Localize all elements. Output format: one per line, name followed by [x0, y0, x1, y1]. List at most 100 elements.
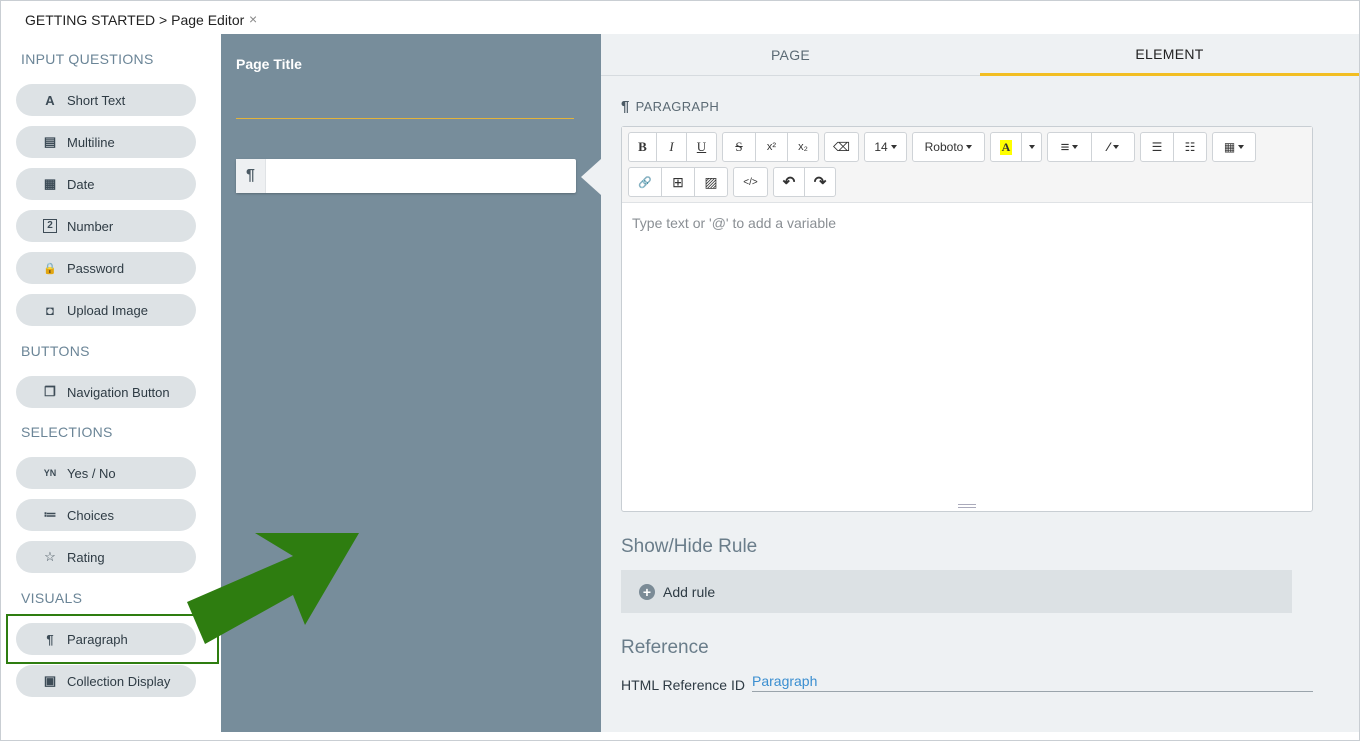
palette-item-choices[interactable]: ≔ Choices	[16, 499, 196, 531]
magic-wand-icon: ⁄	[1107, 140, 1110, 154]
text-color-button[interactable]: A	[990, 132, 1022, 162]
palette-item-label: Password	[67, 260, 125, 276]
camera-icon: ◘	[46, 302, 54, 318]
tab-element[interactable]: ELEMENT	[980, 34, 1359, 76]
section-title-buttons: BUTTONS	[21, 343, 90, 359]
calendar-icon: ▦	[43, 176, 57, 191]
paragraph-icon: ¶	[236, 159, 266, 193]
page-title-label: Page Title	[236, 56, 302, 72]
add-circle-icon: +	[639, 583, 655, 600]
breadcrumb-tab[interactable]: GETTING STARTED > Page Editor	[25, 12, 244, 28]
undo-icon[interactable]: ↶	[773, 167, 805, 197]
rich-text-editor: B I U S x² x₂ ⌫ 14 Roboto A ≡ ⁄ ☰ ☷ ▦ 🔗 …	[621, 126, 1313, 512]
palette-item-navigation-button[interactable]: ❐ Navigation Button	[16, 376, 196, 408]
code-view-icon[interactable]: </>	[733, 167, 768, 197]
table-icon: ▦	[1223, 140, 1236, 154]
image-icon[interactable]: ▨	[694, 167, 728, 197]
palette-item-multiline[interactable]: ▤ Multiline	[16, 126, 196, 158]
palette-item-upload-image[interactable]: ◘ Upload Image	[16, 294, 196, 326]
palette-item-label: Yes / No	[67, 465, 116, 481]
yes-no-icon: YN	[43, 468, 57, 478]
html-reference-id-label: HTML Reference ID	[621, 677, 745, 693]
paragraph-section-header: ¶ PARAGRAPH	[621, 98, 719, 115]
font-size-value: 14	[874, 140, 888, 154]
paragraph-icon: ¶	[621, 98, 630, 115]
add-rule-button[interactable]: + Add rule	[621, 570, 1292, 613]
properties-panel: PAGE ELEMENT ¶ PARAGRAPH B I U S x² x₂ ⌫…	[601, 34, 1359, 732]
palette-item-label: Navigation Button	[67, 384, 170, 400]
html-reference-id-input[interactable]	[752, 670, 1313, 692]
section-header-label: PARAGRAPH	[635, 99, 720, 114]
insert-icon[interactable]: ⊞	[661, 167, 695, 197]
paragraph-element-card[interactable]: ¶	[236, 159, 576, 193]
selection-pointer	[581, 159, 601, 195]
panel-tabs: PAGE ELEMENT	[601, 34, 1359, 76]
align-dropdown[interactable]: ≡	[1047, 132, 1092, 162]
chevron-down-icon	[1072, 145, 1079, 149]
editor-content-area[interactable]: Type text or '@' to add a variable	[632, 215, 836, 231]
text-icon: A	[45, 92, 55, 108]
redo-icon[interactable]: ↷	[804, 167, 836, 197]
underline-button[interactable]: U	[686, 132, 717, 162]
chevron-down-icon	[1112, 145, 1119, 149]
palette-item-label: Rating	[67, 549, 105, 565]
number-icon: 2	[43, 219, 57, 233]
palette-item-label: Number	[67, 218, 114, 234]
star-icon: ☆	[44, 549, 56, 564]
top-tab-bar: GETTING STARTED > Page Editor ×	[1, 1, 1359, 34]
numbered-list-button[interactable]: ☷	[1173, 132, 1207, 162]
palette-item-label: Short Text	[67, 92, 126, 108]
page-title-input-underline[interactable]	[236, 118, 574, 119]
palette-item-label: Upload Image	[67, 302, 148, 318]
chevron-down-icon	[1028, 145, 1035, 149]
style-dropdown[interactable]: ⁄	[1091, 132, 1135, 162]
superscript-button[interactable]: x²	[755, 132, 788, 162]
add-rule-label: Add rule	[663, 583, 716, 600]
palette-item-label: Collection Display	[67, 673, 171, 689]
navigation-icon: ❐	[44, 384, 56, 399]
palette-item-short-text[interactable]: A Short Text	[16, 84, 196, 116]
multiline-icon: ▤	[43, 134, 57, 149]
font-family-dropdown[interactable]: Roboto	[912, 132, 985, 162]
italic-button[interactable]: I	[656, 132, 687, 162]
bullet-list-icon: ☰	[1151, 140, 1163, 154]
show-hide-rule-title: Show/Hide Rule	[621, 536, 758, 557]
section-title-visuals: VISUALS	[21, 590, 83, 606]
palette-item-label: Paragraph	[67, 631, 128, 647]
resize-handle-icon[interactable]	[958, 504, 976, 508]
list-icon: ≔	[43, 507, 57, 522]
font-size-dropdown[interactable]: 14	[864, 132, 907, 162]
app-window: GETTING STARTED > Page Editor × INPUT QU…	[0, 0, 1360, 741]
palette-item-collection-display[interactable]: ▣ Collection Display	[16, 665, 196, 697]
tab-page[interactable]: PAGE	[601, 34, 980, 76]
lock-icon: 🔒	[43, 262, 57, 275]
palette-item-rating[interactable]: ☆ Rating	[16, 541, 196, 573]
gallery-icon: ▣	[43, 673, 57, 688]
palette-item-password[interactable]: 🔒 Password	[16, 252, 196, 284]
text-color-icon: A	[999, 139, 1013, 155]
font-family-value: Roboto	[924, 140, 964, 154]
palette-item-paragraph[interactable]: ¶ Paragraph	[16, 623, 196, 655]
chevron-down-icon	[890, 145, 897, 149]
palette-item-label: Choices	[67, 507, 114, 523]
eraser-icon[interactable]: ⌫	[824, 132, 859, 162]
link-icon[interactable]: 🔗	[628, 167, 662, 197]
section-title-input-questions: INPUT QUESTIONS	[21, 51, 154, 67]
subscript-button[interactable]: x₂	[787, 132, 819, 162]
palette-item-number[interactable]: 2 Number	[16, 210, 196, 242]
table-dropdown[interactable]: ▦	[1212, 132, 1256, 162]
palette-item-label: Date	[67, 176, 95, 192]
bold-button[interactable]: B	[628, 132, 657, 162]
strikethrough-button[interactable]: S	[722, 132, 756, 162]
chevron-down-icon	[966, 145, 973, 149]
text-color-dropdown[interactable]	[1021, 132, 1042, 162]
align-icon: ≡	[1060, 138, 1070, 156]
chevron-down-icon	[1238, 145, 1245, 149]
palette-item-yes-no[interactable]: YN Yes / No	[16, 457, 196, 489]
reference-title: Reference	[621, 637, 709, 658]
annotation-arrow-icon	[187, 533, 359, 644]
bullet-list-button[interactable]: ☰	[1140, 132, 1174, 162]
palette-item-date[interactable]: ▦ Date	[16, 168, 196, 200]
palette-item-label: Multiline	[67, 134, 115, 150]
close-tab-icon[interactable]: ×	[249, 11, 257, 27]
